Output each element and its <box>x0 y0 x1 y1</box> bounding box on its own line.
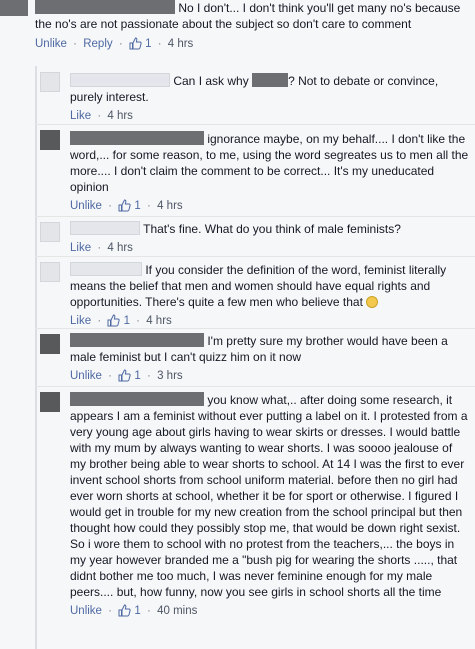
like-count[interactable]: 1 <box>145 38 151 50</box>
reply-1: Can I ask why ? Not to debate or convinc… <box>35 68 475 125</box>
timestamp: 4 hrs <box>107 110 133 122</box>
reply-5: I'm pretty sure my brother would have be… <box>35 330 475 387</box>
comment-actions: Unlike · Reply · 1 · 4 hrs <box>35 36 471 55</box>
like-count[interactable]: 1 <box>134 605 140 617</box>
redacted-name <box>70 262 142 276</box>
reply-4: If you consider the definition of the wo… <box>35 258 475 329</box>
avatar <box>40 72 60 92</box>
like-count[interactable]: 1 <box>124 315 130 327</box>
reply-link[interactable]: Reply <box>83 38 112 50</box>
comment-body: ignorance maybe, on my behalf.... I don'… <box>70 126 469 217</box>
comment-text: you know what,.. after doing some resear… <box>70 393 468 599</box>
comment-actions: Unlike · 1 · 3 hrs <box>70 368 469 387</box>
reply-2: ignorance maybe, on my behalf.... I don'… <box>35 126 475 217</box>
like-count[interactable]: 1 <box>134 200 140 212</box>
thumbs-up-icon <box>118 369 131 387</box>
like-link[interactable]: Like <box>70 315 91 327</box>
comment-body: No I don't... I don't think you'll get m… <box>35 0 471 55</box>
comment-body: you know what,.. after doing some resear… <box>70 388 469 622</box>
thumbs-up-icon <box>118 199 131 217</box>
like-link[interactable]: Like <box>70 242 91 254</box>
avatar <box>40 130 60 150</box>
redacted-name <box>35 0 175 14</box>
comment-actions: Unlike · 1 · 40 mins <box>70 603 469 622</box>
avatar <box>0 0 28 16</box>
timestamp: 4 hrs <box>157 200 183 212</box>
unlike-link[interactable]: Unlike <box>70 605 102 617</box>
comment-top: No I don't... I don't think you'll get m… <box>0 0 475 66</box>
comment-body: I'm pretty sure my brother would have be… <box>70 330 469 387</box>
comment-text: That's fine. What do you think of male f… <box>143 222 401 236</box>
avatar <box>40 392 60 412</box>
unlike-link[interactable]: Unlike <box>35 38 67 50</box>
redacted-name <box>70 333 204 347</box>
timestamp: 3 hrs <box>157 370 183 382</box>
redacted-name <box>70 73 170 87</box>
thumbs-up-icon <box>118 604 131 622</box>
like-count[interactable]: 1 <box>134 370 140 382</box>
timestamp: 4 hrs <box>146 315 172 327</box>
comment-body: Can I ask why ? Not to debate or convinc… <box>70 68 469 124</box>
comment-actions: Unlike · 1 · 4 hrs <box>70 198 469 217</box>
comment-actions: Like · 4 hrs <box>70 110 133 122</box>
timestamp: 4 hrs <box>107 242 133 254</box>
avatar <box>40 262 60 282</box>
thumbs-up-icon <box>129 37 142 55</box>
comment-body: That's fine. What do you think of male f… <box>70 218 469 256</box>
avatar <box>40 222 60 242</box>
redacted-name <box>70 392 204 406</box>
reply-6: you know what,.. after doing some resear… <box>35 388 475 649</box>
redacted-name <box>70 131 204 145</box>
unlike-link[interactable]: Unlike <box>70 370 102 382</box>
comment-body: If you consider the definition of the wo… <box>70 258 469 332</box>
like-link[interactable]: Like <box>70 110 91 122</box>
comment-actions: Like · 4 hrs <box>70 242 133 254</box>
redacted-name <box>70 221 140 235</box>
avatar <box>40 334 60 354</box>
smiley-icon <box>366 296 379 308</box>
timestamp: 40 mins <box>157 605 198 617</box>
reply-3: That's fine. What do you think of male f… <box>35 218 475 257</box>
timestamp: 4 hrs <box>167 38 194 50</box>
comment-prefix: Can I ask why <box>173 74 249 88</box>
unlike-link[interactable]: Unlike <box>70 200 102 212</box>
redacted-name <box>252 73 289 87</box>
